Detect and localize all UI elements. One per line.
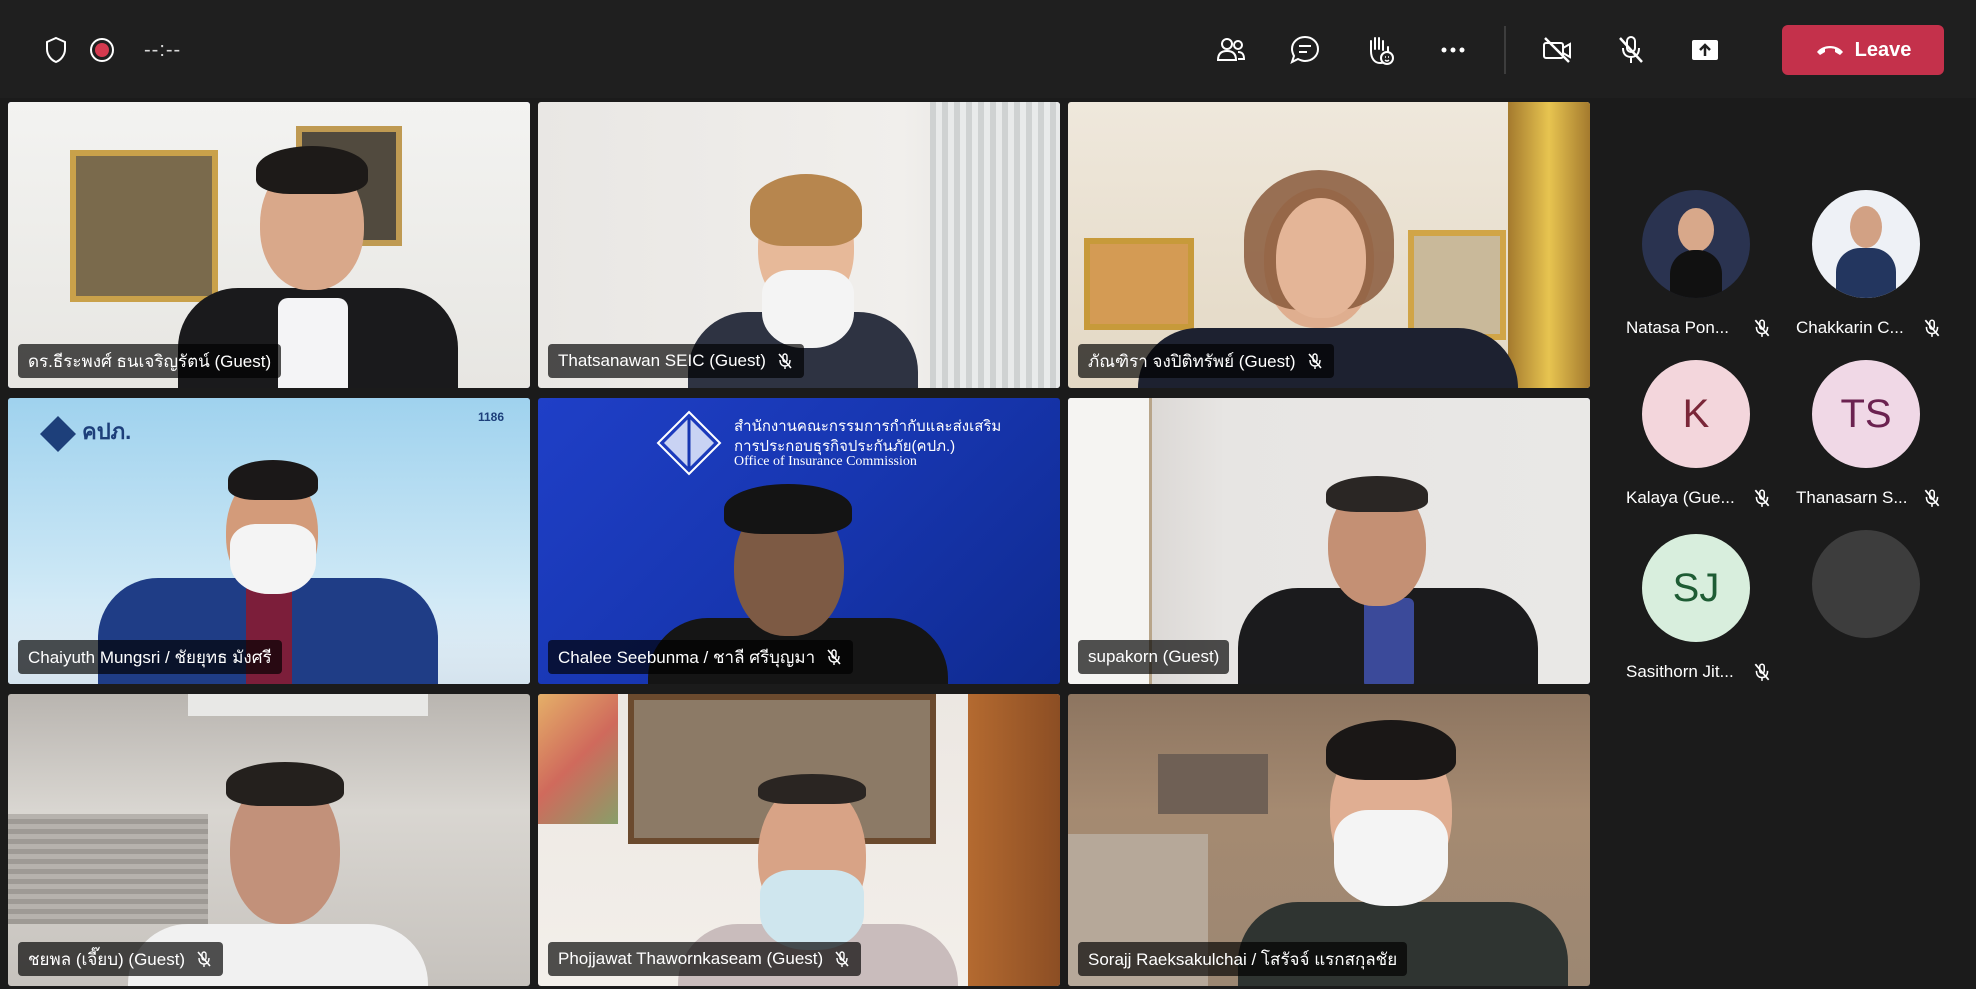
avatar: SJ bbox=[1642, 534, 1750, 642]
more-options-button[interactable] bbox=[1416, 24, 1490, 76]
more-icon bbox=[1441, 47, 1465, 53]
roster-name: Kalaya (Gue... bbox=[1626, 488, 1735, 507]
roster-name: Natasa Pon... bbox=[1626, 318, 1730, 337]
avatar: TS bbox=[1812, 360, 1920, 468]
avatar: K bbox=[1642, 360, 1750, 468]
roster-name: Chakkarin C... bbox=[1796, 318, 1904, 337]
mic-off-icon bbox=[1619, 36, 1643, 63]
participant-name: Sorajj Raeksakulchai / โสรัจจ์ แรกสกุลชั… bbox=[1088, 949, 1398, 969]
participant-nametag: Phojjawat Thawornkaseam (Guest) bbox=[548, 942, 862, 976]
shield-icon bbox=[46, 36, 66, 64]
muted-mic-icon bbox=[1754, 489, 1770, 507]
oic-logo-icon bbox=[40, 416, 76, 452]
muted-mic-icon bbox=[1924, 489, 1940, 507]
recording-icon bbox=[90, 38, 114, 62]
participant-nametag: ชยพล (เจี๊ยบ) (Guest) bbox=[18, 942, 224, 976]
background-hotline: 1186 bbox=[478, 410, 505, 424]
roster-name: Sasithorn Jit... bbox=[1626, 662, 1734, 681]
video-grid: ดร.ธีระพงศ์ ธนเจริญรัตน์ (Guest) Thatsan… bbox=[8, 102, 1592, 986]
people-icon bbox=[1216, 38, 1246, 61]
participant-name: Phojjawat Thawornkaseam (Guest) bbox=[558, 949, 824, 968]
video-tile[interactable]: Sorajj Raeksakulchai / โสรัจจ์ แรกสกุลชั… bbox=[1068, 694, 1590, 986]
muted-mic-icon bbox=[778, 353, 792, 369]
meeting-controls: Leave bbox=[1194, 24, 1944, 76]
participant-name: ชยพล (เจี๊ยบ) (Guest) bbox=[28, 949, 186, 969]
video-tile[interactable]: Phojjawat Thawornkaseam (Guest) bbox=[538, 694, 1060, 986]
roster-participant[interactable]: K Kalaya (Gue... bbox=[1602, 360, 1772, 520]
avatar bbox=[1642, 190, 1750, 298]
participant-name: Thatsanawan SEIC (Guest) bbox=[558, 351, 766, 370]
participant-nametag: ภัณฑิรา จงปิติทรัพย์ (Guest) bbox=[1078, 344, 1334, 378]
participant-nametag: Chaiyuth Mungsri / ชัยยุทธ มังศรี bbox=[18, 640, 282, 674]
participants-button[interactable] bbox=[1194, 24, 1268, 76]
avatar-initials: SJ bbox=[1672, 565, 1720, 610]
muted-mic-icon bbox=[1924, 319, 1940, 337]
camera-toggle-button[interactable] bbox=[1520, 24, 1594, 76]
muted-mic-icon bbox=[827, 649, 841, 665]
video-tile[interactable]: Thatsanawan SEIC (Guest) bbox=[538, 102, 1060, 388]
meeting-timer: --:-- bbox=[144, 38, 182, 61]
chat-button[interactable] bbox=[1268, 24, 1342, 76]
muted-mic-icon bbox=[1307, 353, 1322, 369]
video-tile[interactable]: ดร.ธีระพงศ์ ธนเจริญรัตน์ (Guest) bbox=[8, 102, 530, 388]
hang-up-icon bbox=[1816, 46, 1843, 55]
participant-name: ภัณฑิรา จงปิติทรัพย์ (Guest) bbox=[1088, 351, 1296, 371]
oic-emblem-icon bbox=[656, 410, 722, 476]
chat-icon bbox=[1290, 35, 1320, 64]
video-tile[interactable]: ภัณฑิรา จงปิติทรัพย์ (Guest) bbox=[1068, 102, 1590, 388]
roster-participant[interactable]: TS Thanasarn S... bbox=[1772, 360, 1942, 520]
leave-button[interactable]: Leave bbox=[1782, 25, 1944, 75]
raise-hand-icon bbox=[1370, 37, 1394, 65]
muted-mic-icon bbox=[835, 951, 849, 967]
video-tile[interactable]: ชยพล (เจี๊ยบ) (Guest) bbox=[8, 694, 530, 986]
participant-name: Chalee Seebunma / ชาลี ศรีบุญมา bbox=[558, 647, 816, 667]
video-tile[interactable]: supakorn (Guest) bbox=[1068, 398, 1590, 684]
video-tile[interactable]: สำนักงานคณะกรรมการกำกับและส่งเสริม การปร… bbox=[538, 398, 1060, 684]
toolbar-divider bbox=[1504, 26, 1506, 74]
leave-label: Leave bbox=[1854, 38, 1912, 61]
background-logo-text: คปภ. bbox=[82, 419, 132, 444]
muted-mic-icon bbox=[197, 951, 211, 967]
raise-hand-button[interactable] bbox=[1342, 24, 1416, 76]
roster-name: Thanasarn S... bbox=[1796, 488, 1908, 507]
meeting-status: --:-- bbox=[44, 30, 181, 70]
participant-name: Chaiyuth Mungsri / ชัยยุทธ มังศรี bbox=[28, 647, 272, 667]
participant-nametag: Chalee Seebunma / ชาลี ศรีบุญมา bbox=[548, 640, 854, 674]
participant-nametag: ดร.ธีระพงศ์ ธนเจริญรัตน์ (Guest) bbox=[18, 344, 282, 378]
avatar bbox=[1812, 190, 1920, 298]
avatar bbox=[1812, 530, 1920, 638]
share-button[interactable] bbox=[1668, 24, 1742, 76]
roster-participant[interactable]: Natasa Pon... bbox=[1602, 190, 1772, 350]
muted-mic-icon bbox=[1754, 319, 1770, 337]
video-tile[interactable]: คปภ. 1186 Chaiyuth Mungsri / ชัยยุทธ มัง… bbox=[8, 398, 530, 684]
muted-mic-icon bbox=[1754, 663, 1770, 681]
avatar-initials: K bbox=[1682, 391, 1710, 436]
participant-nametag: Thatsanawan SEIC (Guest) bbox=[548, 344, 804, 378]
participant-nametag: supakorn (Guest) bbox=[1078, 640, 1230, 674]
participant-nametag: Sorajj Raeksakulchai / โสรัจจ์ แรกสกุลชั… bbox=[1078, 942, 1408, 976]
mic-toggle-button[interactable] bbox=[1594, 24, 1668, 76]
roster-participant-overflow[interactable] bbox=[1772, 530, 1942, 690]
meeting-toolbar: --:-- Leave bbox=[0, 0, 1976, 98]
participant-roster: Natasa Pon... Chakkarin C... K Kalaya (G… bbox=[1600, 102, 1976, 986]
camera-off-icon bbox=[1543, 37, 1571, 63]
avatar-initials: TS bbox=[1840, 391, 1892, 436]
share-icon bbox=[1692, 40, 1718, 60]
roster-participant[interactable]: SJ Sasithorn Jit... bbox=[1602, 534, 1772, 694]
background-english-title: Office of Insurance Commission bbox=[734, 454, 917, 469]
roster-participant[interactable]: Chakkarin C... bbox=[1772, 190, 1942, 350]
participant-name: supakorn (Guest) bbox=[1088, 647, 1220, 666]
participant-name: ดร.ธีระพงศ์ ธนเจริญรัตน์ (Guest) bbox=[28, 351, 272, 371]
